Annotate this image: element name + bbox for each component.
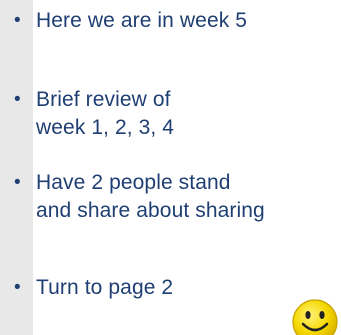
bullet-text: Here we are in week 5: [36, 9, 248, 32]
bullet-text: Have 2 people stand and share about shar…: [36, 171, 265, 222]
smiley-face-icon: [292, 299, 338, 335]
bullet-icon: •: [14, 277, 21, 298]
bullet-text: Brief review of week 1, 2, 3, 4: [36, 88, 175, 139]
slide: • Here we are in week 5 • Brief review o…: [0, 0, 341, 335]
bullet-icon: •: [14, 10, 21, 31]
bullet-icon: •: [14, 172, 21, 193]
bullet-icon: •: [14, 89, 21, 110]
